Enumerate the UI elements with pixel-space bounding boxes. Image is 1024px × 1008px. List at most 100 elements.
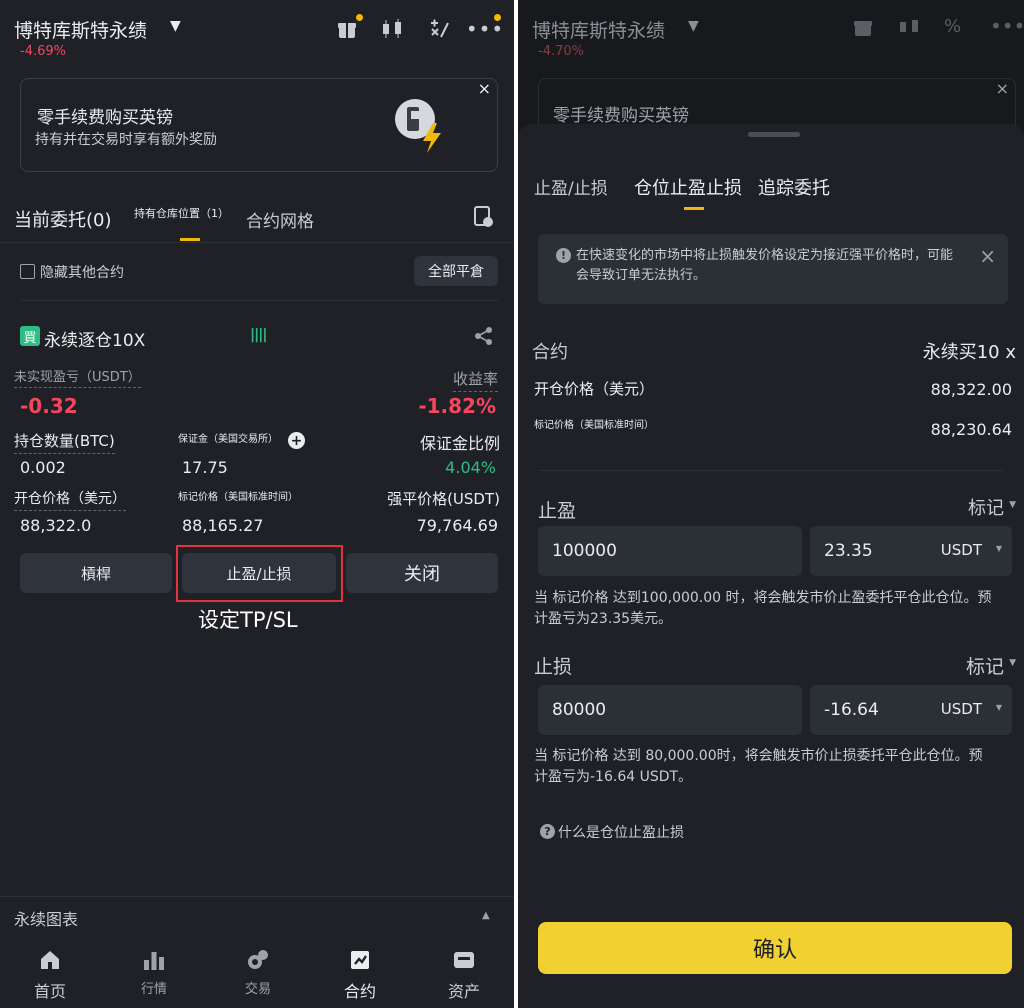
sl-amount-value: -16.64 <box>824 700 879 720</box>
chevron-down-icon[interactable]: ▼ <box>996 544 1002 553</box>
confirm-button[interactable]: 确认 <box>538 922 1012 974</box>
tp-amount-value: 23.35 <box>824 541 873 561</box>
size-label: 持仓数量(BTC) <box>14 430 115 454</box>
mark-price-label: 标记价格（美国标准时间） <box>178 492 298 503</box>
drag-handle[interactable] <box>748 132 800 137</box>
margin-ratio-value: 4.04% <box>445 458 496 477</box>
nav-home[interactable]: 首页 <box>10 948 90 1002</box>
perp-chart-label[interactable]: 永续图表 <box>14 906 78 930</box>
futures-icon <box>351 951 369 969</box>
liq-price-value: 79,764.69 <box>416 516 498 535</box>
info-icon: ! <box>556 248 571 263</box>
close-position-button[interactable]: 关闭 <box>346 553 498 593</box>
markets-icon <box>144 952 164 970</box>
close-icon[interactable]: × <box>979 244 996 268</box>
buy-badge: 買 <box>20 326 40 346</box>
tp-price-input[interactable]: 100000 <box>538 526 802 576</box>
tab-open-orders[interactable]: 当前委托(0) <box>14 206 112 232</box>
tp-unit: USDT <box>940 541 982 559</box>
pnl-value: -0.32 <box>20 394 78 418</box>
nav-trade[interactable]: 交易 <box>218 948 298 997</box>
tp-trigger-type[interactable]: 标记 <box>968 494 1004 520</box>
help-icon[interactable]: ? <box>540 824 555 839</box>
tab-tpsl[interactable]: 止盈/止损 <box>534 174 608 199</box>
hide-other-label: 隐藏其他合约 <box>40 265 124 281</box>
price-change-dimmed: -4.70% <box>538 44 584 59</box>
nav-trade-label: 交易 <box>244 982 271 997</box>
liq-price-label: 强平价格(USDT) <box>387 490 500 508</box>
leverage-button[interactable]: 槓桿 <box>20 553 172 593</box>
mark-price-value: 88,165.27 <box>182 516 264 535</box>
promo-title-dimmed: 零手续费购买英镑 <box>553 106 689 126</box>
mark-price-label: 标记价格（美国标准时间） <box>534 420 654 431</box>
wallet-icon <box>454 952 474 968</box>
sl-price-input[interactable]: 80000 <box>538 685 802 735</box>
sl-trigger-type[interactable]: 标记 <box>966 652 1004 679</box>
gift-icon[interactable] <box>334 14 363 42</box>
entry-price-label: 开仓价格（美元） <box>14 488 126 511</box>
order-history-icon[interactable] <box>474 206 494 232</box>
close-all-button[interactable]: 全部平倉 <box>414 256 498 286</box>
chevron-down-icon[interactable]: ▼ <box>170 18 181 34</box>
hide-other-checkbox[interactable] <box>20 264 35 279</box>
tab-indicator <box>684 207 704 210</box>
left-screen: 博特库斯特永绩 ▼ -4.69% ••• 零手续费购买英镑 持有并在交易时享有额… <box>0 0 514 1008</box>
nav-futures-label: 合约 <box>343 982 376 1001</box>
nav-home-label: 首页 <box>33 982 66 1001</box>
symbol-title[interactable]: 博特库斯特永绩 <box>14 16 147 43</box>
tab-position-tpsl[interactable]: 仓位止盈止损 <box>634 174 742 200</box>
nav-assets[interactable]: 资产 <box>424 948 504 1002</box>
home-icon <box>41 951 59 969</box>
margin-value: 17.75 <box>182 458 228 477</box>
calculator-icon: % <box>944 16 962 37</box>
share-icon[interactable] <box>474 326 494 350</box>
nav-futures[interactable]: 合约 <box>320 948 400 1002</box>
divider <box>20 300 498 301</box>
close-icon: × <box>995 79 1009 98</box>
chevron-down-icon[interactable]: ▼ <box>996 703 1002 712</box>
calculator-icon[interactable] <box>426 16 452 42</box>
contract-value: 永续买10 x <box>922 342 1016 363</box>
add-margin-icon[interactable]: + <box>288 432 305 449</box>
price-change: -4.69% <box>20 44 66 59</box>
tab-grid[interactable]: 合约网格 <box>246 207 314 232</box>
promo-banner[interactable]: 零手续费购买英镑 持有并在交易时享有额外奖励 × <box>20 78 498 172</box>
tab-trailing[interactable]: 追踪委托 <box>758 174 830 200</box>
warning-box: ! 在快速变化的市场中将止损触发价格设定为接近强平价格时，可能会导致订单无法执行… <box>538 234 1008 304</box>
nav-markets-label: 行情 <box>140 982 167 997</box>
sl-amount-input[interactable]: -16.64 USDT ▼ <box>810 685 1012 735</box>
help-link[interactable]: 什么是仓位止盈止损 <box>558 822 684 842</box>
gift-icon <box>852 16 874 42</box>
trade-icon <box>248 950 268 969</box>
tp-description: 当 标记价格 达到100,000.00 时，将会触发市价止盈委托平仓此仓位。预计… <box>534 590 992 627</box>
chevron-down-icon[interactable]: ▼ <box>1009 658 1016 668</box>
chevron-down-icon: ▼ <box>688 18 699 34</box>
entry-price-value: 88,322.00 <box>930 380 1012 399</box>
tp-amount-input[interactable]: 23.35 USDT ▼ <box>810 526 1012 576</box>
right-screen: 博特库斯特永绩 ▼ -4.70% % ••• 零手续费购买英镑 × 止盈/止损 … <box>518 0 1024 1008</box>
candlestick-icon[interactable] <box>380 16 406 42</box>
divider <box>0 242 514 243</box>
contract-label: 合约 <box>532 342 568 363</box>
tpsl-annotation: 设定TP/SL <box>198 608 298 632</box>
chevron-up-icon[interactable]: ▲ <box>482 910 490 921</box>
close-icon[interactable]: × <box>478 79 491 98</box>
sl-label: 止损 <box>534 656 573 678</box>
tab-positions[interactable]: 持有仓库位置（1） <box>134 205 229 221</box>
size-value: 0.002 <box>20 458 66 477</box>
promo-subtitle: 持有并在交易时享有额外奖励 <box>35 132 217 148</box>
coin-lightning-icon <box>393 95 449 157</box>
nav-markets[interactable]: 行情 <box>114 948 194 997</box>
sl-description: 当 标记价格 达到 80,000.00时，将会触发市价止损委托平仓此仓位。预计盈… <box>534 748 983 785</box>
adl-indicator: |||| <box>250 327 267 343</box>
sl-unit: USDT <box>940 700 982 718</box>
promo-title: 零手续费购买英镑 <box>37 108 173 128</box>
more-icon: ••• <box>990 14 1024 38</box>
tab-indicator <box>180 238 200 241</box>
entry-price-value: 88,322.0 <box>20 516 92 535</box>
roe-label: 收益率 <box>452 368 498 392</box>
candlestick-icon <box>898 16 922 42</box>
mark-price-value: 88,230.64 <box>930 420 1012 439</box>
more-icon[interactable]: ••• <box>466 14 503 42</box>
chevron-down-icon[interactable]: ▼ <box>1009 500 1016 510</box>
